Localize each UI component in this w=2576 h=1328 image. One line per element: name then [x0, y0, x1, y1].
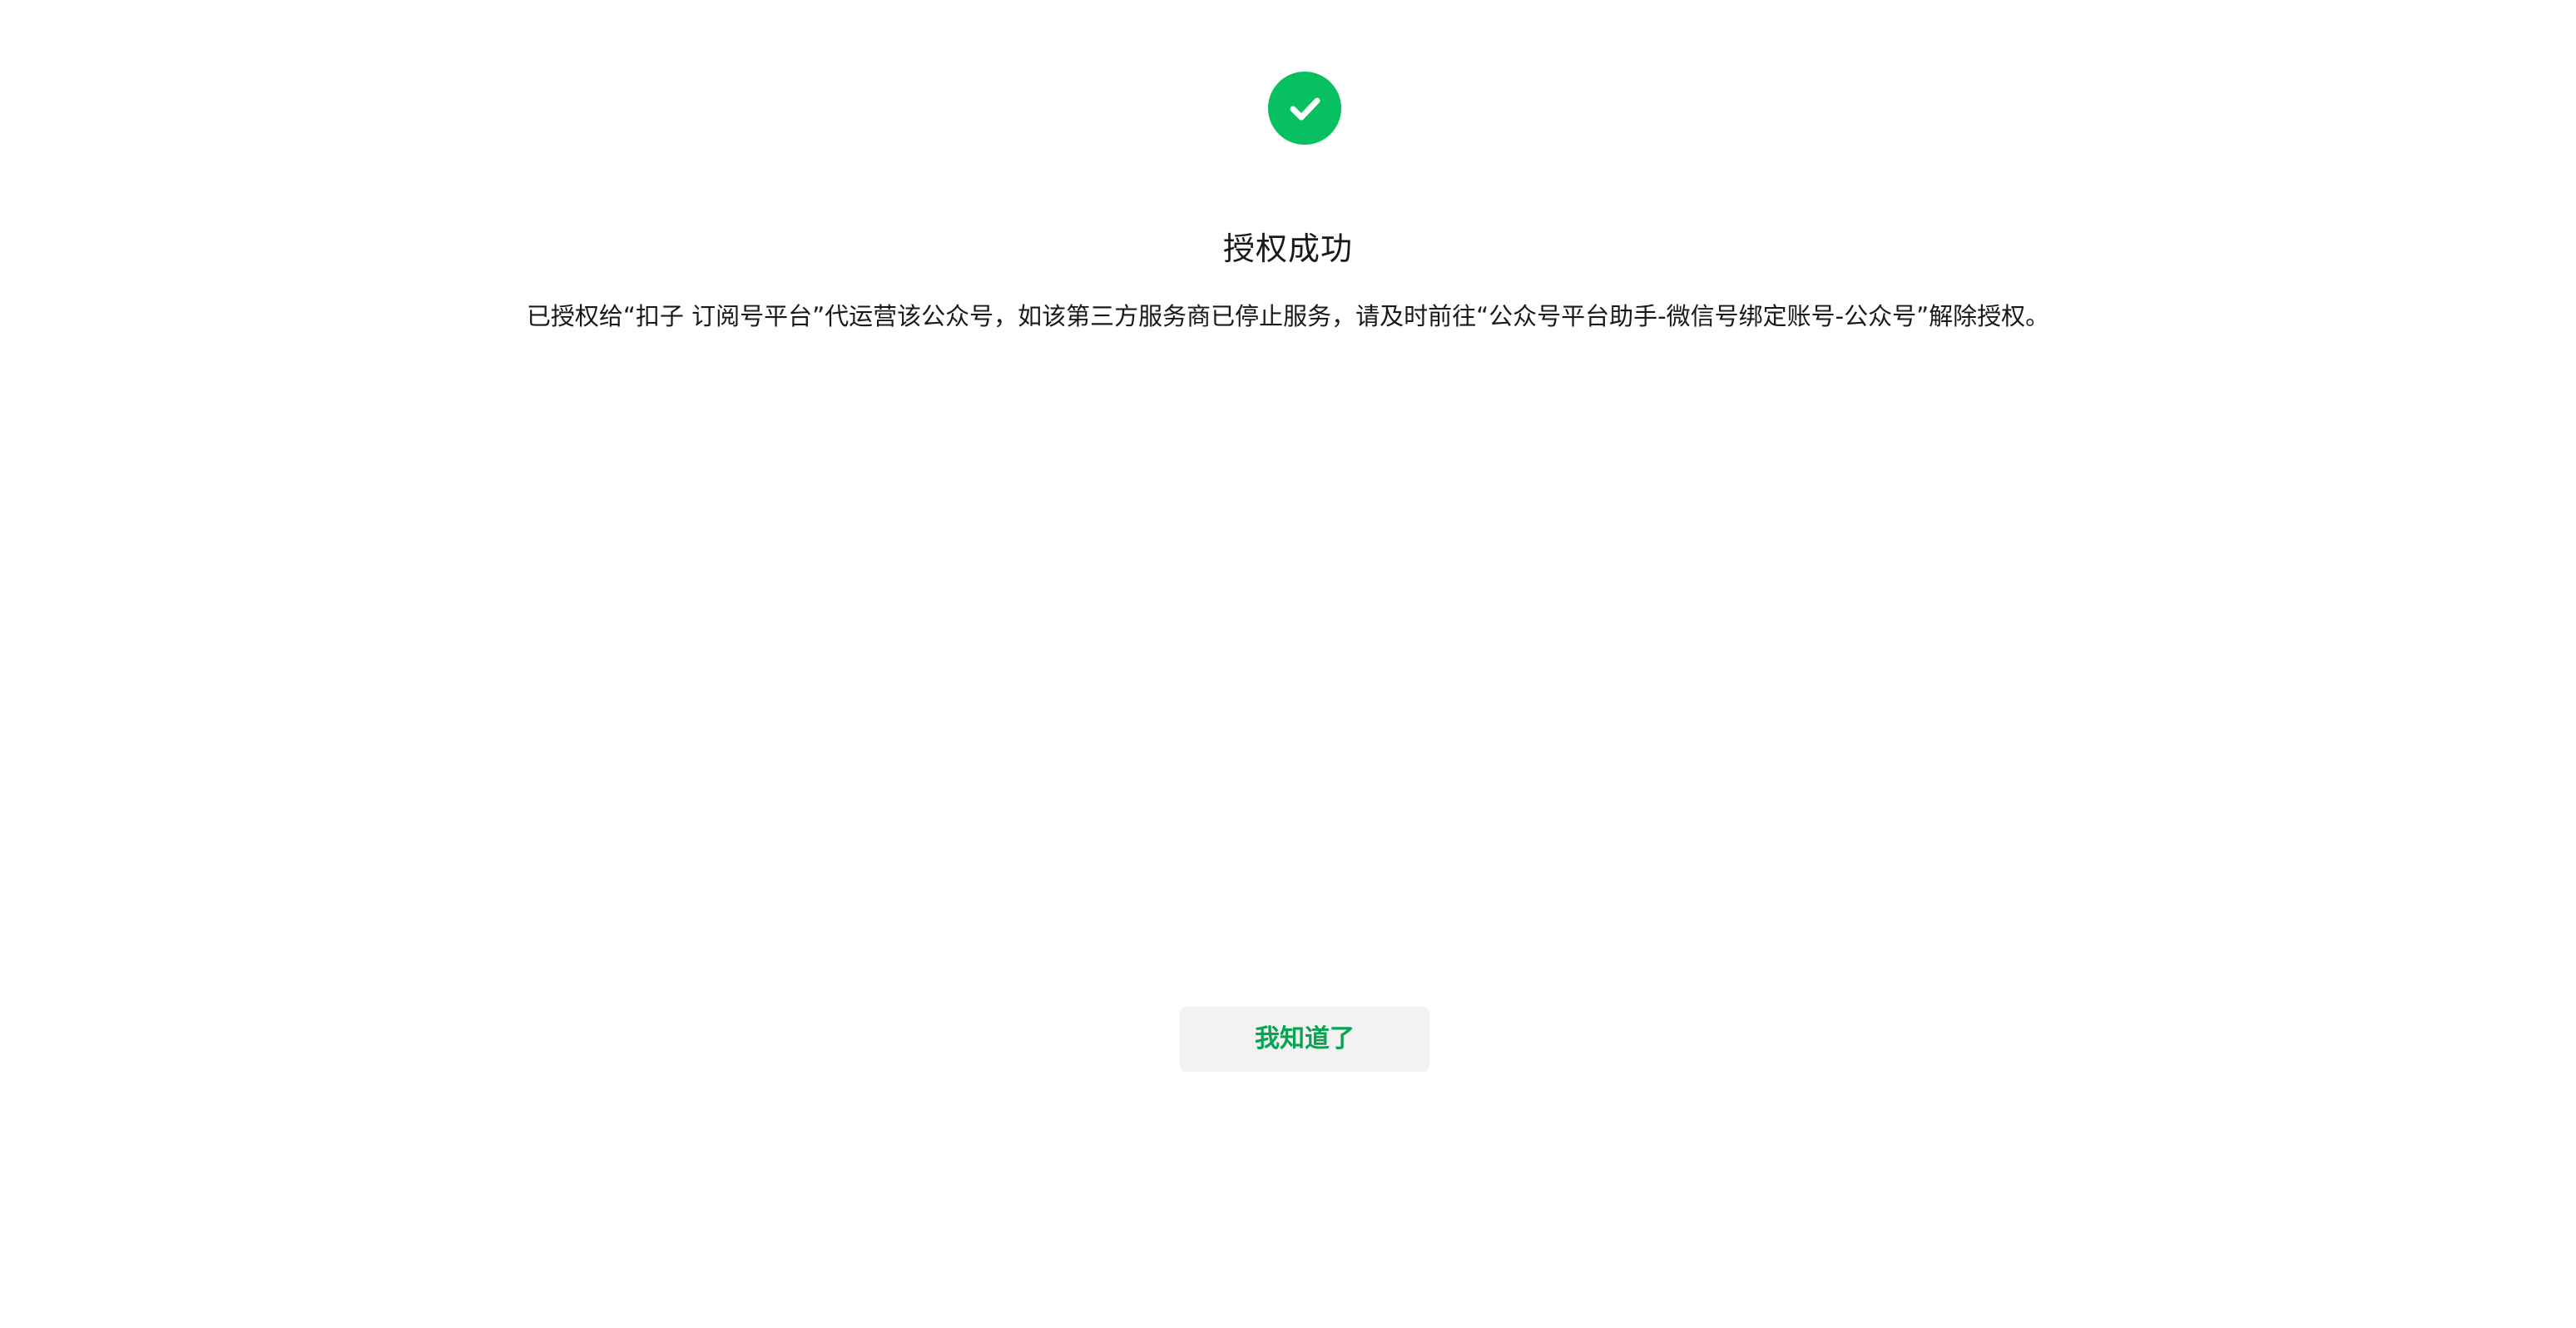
- authorization-message: 已授权给“扣子 订阅号平台”代运营该公众号，如该第三方服务商已停止服务，请及时前…: [526, 302, 2050, 330]
- got-it-button[interactable]: 我知道了: [1180, 1007, 1429, 1072]
- authorization-success-page: 授权成功 已授权给“扣子 订阅号平台”代运营该公众号，如该第三方服务商已停止服务…: [0, 0, 2576, 1328]
- success-check-icon: [1268, 72, 1341, 145]
- authorization-success-title: 授权成功: [1222, 230, 1353, 268]
- check-mark-icon: [1290, 97, 1320, 121]
